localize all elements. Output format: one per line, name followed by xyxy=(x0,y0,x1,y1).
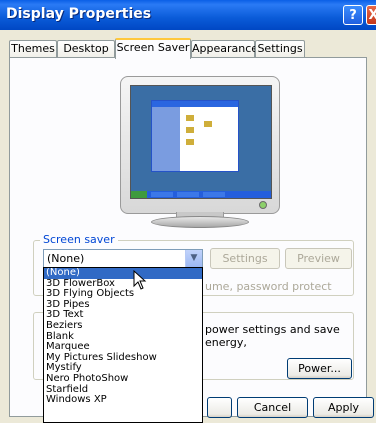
wait-password-text: ume, password protect xyxy=(205,280,332,293)
monitor-preview xyxy=(120,76,280,214)
settings-button[interactable]: Settings xyxy=(210,248,280,269)
tab-appearance[interactable]: Appearance xyxy=(191,40,258,58)
mouse-cursor-icon xyxy=(133,270,147,290)
dropdown-item[interactable]: Beziers xyxy=(44,320,202,332)
monitor-power-text: power settings and save energy, xyxy=(205,323,340,349)
dropdown-item[interactable]: Nero PhotoShow xyxy=(44,373,202,385)
window-title: Display Properties xyxy=(6,6,152,22)
preview-screen xyxy=(130,85,272,199)
dropdown-item-none[interactable]: (None) xyxy=(44,268,202,279)
ok-button[interactable] xyxy=(207,397,232,418)
screen-saver-select-value: (None) xyxy=(47,252,85,265)
screen-saver-select[interactable]: (None) ▼ xyxy=(43,249,203,268)
screen-saver-group-label: Screen saver xyxy=(40,233,118,246)
tab-screen-saver[interactable]: Screen Saver xyxy=(115,38,191,59)
dropdown-item[interactable]: Windows XP xyxy=(44,395,202,406)
preview-start-button xyxy=(131,191,147,198)
screen-saver-dropdown-list[interactable]: (None) 3D FlowerBox 3D Flying Objects 3D… xyxy=(43,267,203,423)
tab-settings[interactable]: Settings xyxy=(255,40,305,58)
apply-button[interactable]: Apply xyxy=(313,397,374,418)
monitor-stand xyxy=(151,216,249,228)
preview-button[interactable]: Preview xyxy=(285,248,352,269)
preview-window xyxy=(151,100,239,172)
power-button[interactable]: Power... xyxy=(287,358,352,379)
chevron-down-icon[interactable]: ▼ xyxy=(185,250,202,267)
cancel-button[interactable]: Cancel xyxy=(237,397,308,418)
help-button[interactable]: ? xyxy=(343,5,363,25)
tab-desktop[interactable]: Desktop xyxy=(57,40,115,58)
title-bar: Display Properties ? X xyxy=(0,0,376,30)
tab-themes[interactable]: Themes xyxy=(9,40,57,58)
close-button[interactable]: X xyxy=(366,5,376,25)
power-led-icon xyxy=(259,201,267,209)
